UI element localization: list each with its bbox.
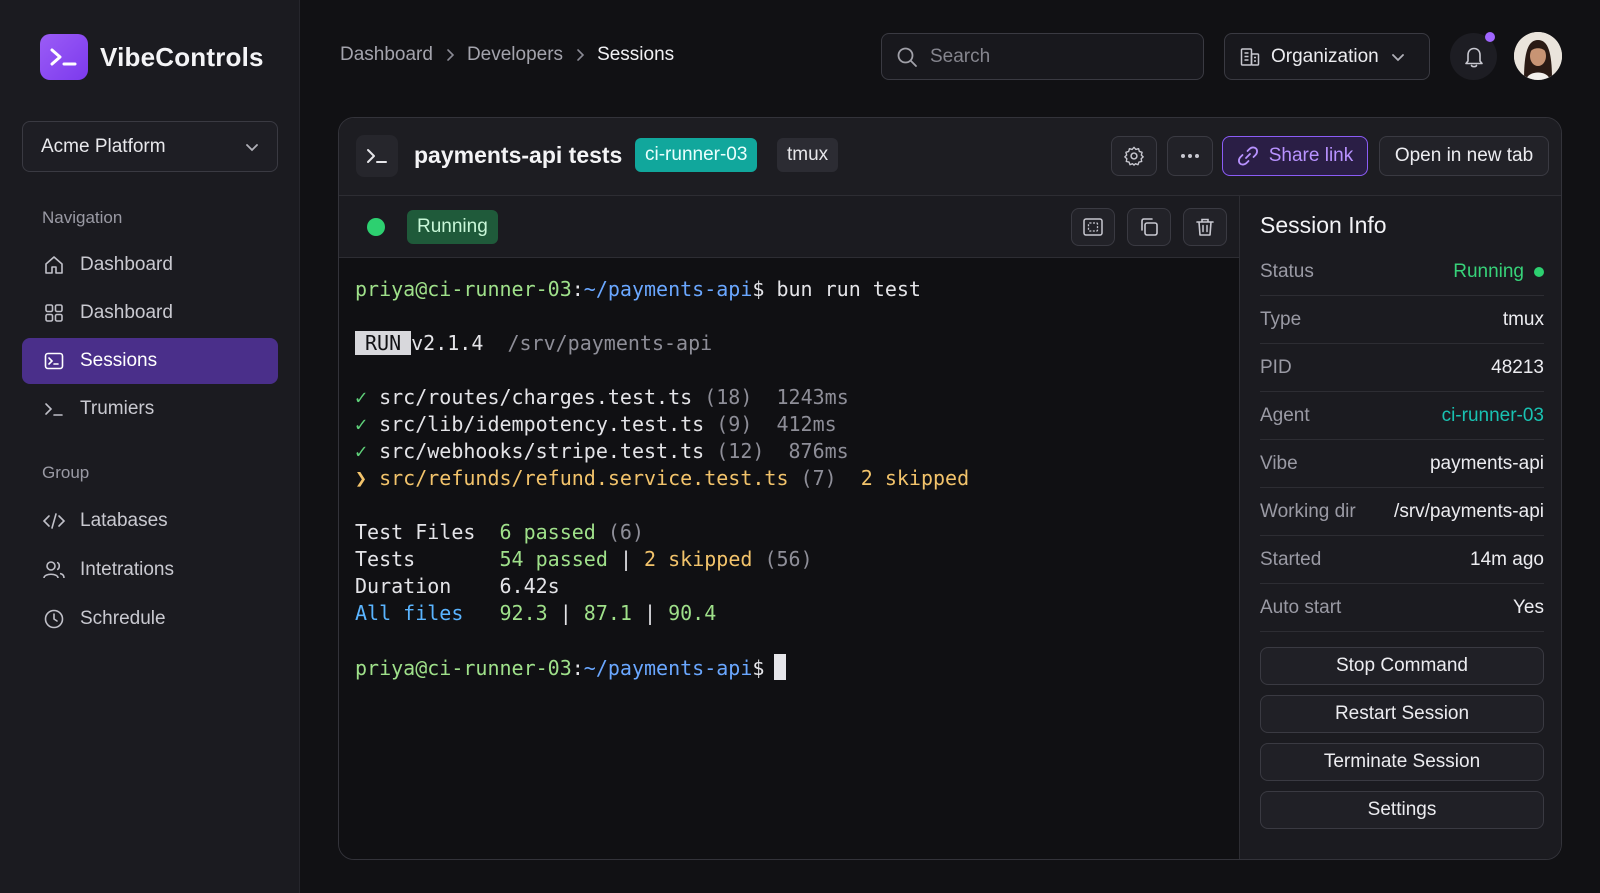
- session-panel: payments-api tests ci-runner-03 tmux Sha…: [338, 117, 1562, 860]
- settings-button[interactable]: [1111, 136, 1157, 176]
- session-info-title: Session Info: [1260, 212, 1387, 238]
- delete-button[interactable]: [1183, 208, 1227, 246]
- session-info-panel: Session Info Status Running Type tmux PI…: [1239, 196, 1561, 859]
- sidebar: VibeControls Acme Platform Navigation Da…: [0, 0, 300, 893]
- copy-button[interactable]: [1127, 208, 1171, 246]
- search-icon: [896, 46, 918, 68]
- chevron-right-icon: [575, 48, 585, 62]
- stop-command-button[interactable]: Stop Command: [1260, 647, 1544, 685]
- breadcrumb: Dashboard Developers Sessions: [340, 44, 674, 66]
- notification-badge: [1485, 32, 1495, 42]
- sidebar-item-dashboard[interactable]: Dashboard: [22, 242, 278, 288]
- terminal-line: All files 92.3 | 87.1 | 90.4: [355, 601, 717, 625]
- share-link-button[interactable]: Share link: [1222, 136, 1368, 176]
- bell-icon: [1463, 45, 1485, 69]
- terminal-line: priya@ci-runner-03:~/payments-api$ bun r…: [355, 277, 921, 301]
- sidebar-item-label: Latabases: [80, 510, 168, 531]
- terminal-line: Tests 54 passed | 2 skipped (56): [355, 547, 813, 571]
- chevron-right-icon: [445, 48, 455, 62]
- fullscreen-button[interactable]: [1071, 208, 1115, 246]
- search-input[interactable]: [930, 45, 1170, 68]
- terminal-cursor: [774, 654, 787, 680]
- sidebar-item-trumiers[interactable]: Trumiers: [22, 386, 278, 432]
- avatar[interactable]: [1514, 32, 1562, 80]
- grid-icon: [42, 301, 66, 325]
- info-row-working-dir: Working dir /srv/payments-api: [1260, 488, 1544, 536]
- building-icon: [1239, 46, 1261, 68]
- info-row-vibe: Vibe payments-api: [1260, 440, 1544, 488]
- sidebar-item-sessions[interactable]: Sessions: [22, 338, 278, 384]
- breadcrumb-item-developers[interactable]: Developers: [467, 44, 563, 66]
- organization-label: Organization: [1271, 45, 1379, 67]
- share-link-label: Share link: [1268, 145, 1354, 166]
- sidebar-item-label: Dashboard: [80, 254, 173, 275]
- org-selector-value: Acme Platform: [41, 135, 166, 157]
- status-indicator: [367, 218, 385, 236]
- agent-tag: ci-runner-03: [635, 138, 758, 172]
- trash-icon: [1194, 216, 1216, 238]
- home-icon: [42, 253, 66, 277]
- terminal-line: Duration 6.42s: [355, 574, 560, 598]
- expand-icon: [1082, 217, 1104, 237]
- sidebar-item-schredule[interactable]: Schredule: [22, 596, 278, 642]
- copy-icon: [1138, 216, 1160, 238]
- users-icon: [42, 558, 66, 582]
- more-options-button[interactable]: [1167, 136, 1213, 176]
- chevron-down-icon: [1391, 52, 1405, 62]
- restart-session-button[interactable]: Restart Session: [1260, 695, 1544, 733]
- terminal-toolbar: Running: [339, 196, 1239, 258]
- running-dot-icon: [1534, 266, 1544, 277]
- sidebar-item-label: Intetrations: [80, 559, 174, 580]
- terminal-icon: [356, 135, 398, 177]
- session-header: payments-api tests ci-runner-03 tmux Sha…: [339, 118, 1561, 196]
- terminal-line: ✓ src/lib/idempotency.test.ts (9) 412ms: [355, 412, 837, 436]
- info-row-agent: Agent ci-runner-03: [1260, 392, 1544, 440]
- terminal-prompt-line: priya@ci-runner-03:~/payments-api$: [355, 654, 787, 681]
- brand[interactable]: VibeControls: [40, 34, 264, 80]
- clock-icon: [42, 607, 66, 631]
- status-badge: Running: [407, 210, 498, 244]
- info-row-pid: PID 48213: [1260, 344, 1544, 392]
- sidebar-item-label: Sessions: [80, 350, 158, 371]
- terminate-session-button[interactable]: Terminate Session: [1260, 743, 1544, 781]
- sidebar-item-latabases[interactable]: Latabases: [22, 498, 278, 544]
- app-logo-icon: [40, 34, 88, 80]
- org-selector[interactable]: Acme Platform: [22, 121, 278, 172]
- organization-button[interactable]: Organization: [1224, 33, 1430, 80]
- breadcrumb-item-dashboard[interactable]: Dashboard: [340, 44, 433, 66]
- session-title: payments-api tests: [414, 142, 623, 168]
- info-row-started: Started 14m ago: [1260, 536, 1544, 584]
- terminal-line: ✓ src/routes/charges.test.ts (18) 1243ms: [355, 385, 849, 409]
- terminal-line: Test Files 6 passed (6): [355, 520, 645, 544]
- sidebar-item-intetrations[interactable]: Intetrations: [22, 547, 278, 593]
- sidebar-item-dashboard-grid[interactable]: Dashboard: [22, 290, 278, 336]
- gear-icon: [1123, 145, 1145, 167]
- more-horizontal-icon: [1179, 153, 1201, 159]
- prompt-icon: [42, 397, 66, 421]
- info-row-type: Type tmux: [1260, 296, 1544, 344]
- open-new-tab-button[interactable]: Open in new tab: [1379, 136, 1549, 176]
- sidebar-item-label: Trumiers: [80, 398, 155, 419]
- code-icon: [42, 509, 66, 533]
- search-box[interactable]: [881, 33, 1204, 80]
- link-icon: [1237, 145, 1259, 167]
- breadcrumb-item-sessions: Sessions: [597, 44, 675, 65]
- sidebar-item-label: Dashboard: [80, 302, 173, 323]
- terminal-output[interactable]: priya@ci-runner-03:~/payments-api$ bun r…: [339, 258, 1239, 859]
- info-row-status: Status Running: [1260, 248, 1544, 296]
- settings-button[interactable]: Settings: [1260, 791, 1544, 829]
- terminal-line: ✓ src/webhooks/stripe.test.ts (12) 876ms: [355, 439, 849, 463]
- type-tag: tmux: [777, 138, 839, 172]
- terminal-line: ❯ src/refunds/refund.service.test.ts (7)…: [355, 466, 970, 490]
- terminal-line: RUN v2.1.4 /srv/payments-api: [355, 330, 712, 357]
- chevron-down-icon: [245, 142, 259, 152]
- terminal-icon: [42, 349, 66, 373]
- sidebar-item-label: Schredule: [80, 608, 166, 629]
- app-name: VibeControls: [100, 41, 264, 72]
- info-row-auto-start: Auto start Yes: [1260, 584, 1544, 632]
- nav-section-title: Navigation: [42, 208, 123, 227]
- nav-section-title: Group: [42, 463, 90, 482]
